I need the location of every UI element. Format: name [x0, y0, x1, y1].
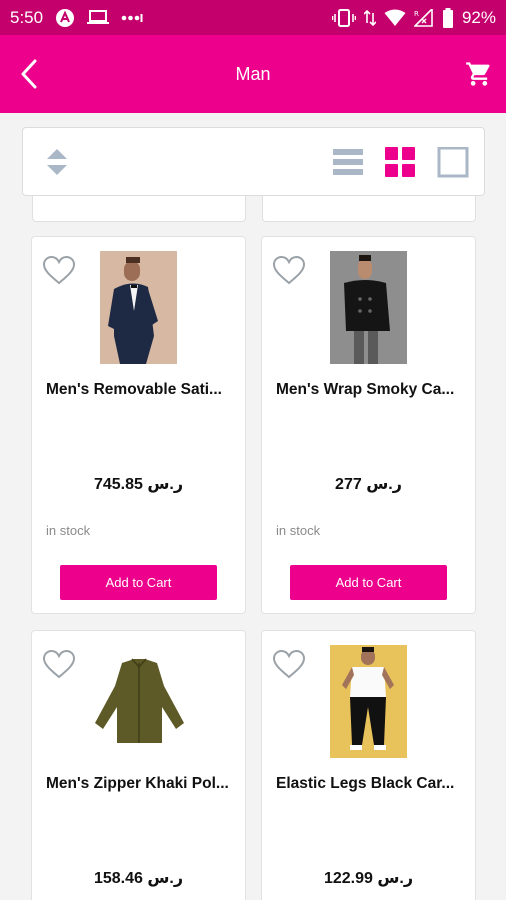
heart-icon[interactable] — [272, 649, 306, 684]
product-image[interactable] — [92, 651, 187, 751]
signal-icon: R — [413, 8, 434, 27]
dots-icon — [121, 12, 143, 24]
product-price: ر.س 745.85 — [93, 476, 184, 493]
product-name[interactable]: Elastic Legs Black Car... — [276, 775, 466, 793]
product-name[interactable]: Men's Wrap Smoky Ca... — [276, 381, 466, 399]
data-arrows-icon — [363, 9, 376, 27]
wifi-icon — [384, 9, 406, 27]
stock-status: in stock — [276, 523, 321, 538]
product-price: ر.س 158.46 — [93, 870, 184, 887]
product-card[interactable]: Elastic Legs Black Car... ر.س 122.99 — [261, 630, 476, 900]
sort-arrows-icon[interactable] — [45, 147, 69, 182]
app-icon — [55, 8, 75, 28]
add-to-cart-button[interactable]: Add to Cart — [290, 565, 447, 600]
status-right: R 92% — [331, 7, 496, 28]
cart-icon[interactable] — [464, 59, 494, 89]
product-card[interactable]: Men's Wrap Smoky Ca... ر.س 277 in stock … — [261, 236, 476, 614]
battery-percent: 92% — [461, 7, 496, 27]
laptop-icon — [87, 9, 110, 26]
page-title: Man — [235, 63, 271, 84]
grid-view-icon[interactable] — [385, 147, 415, 182]
product-name[interactable]: Men's Removable Sati... — [46, 381, 236, 399]
product-name[interactable]: Men's Zipper Khaki Pol... — [46, 775, 236, 793]
product-price: ر.س 277 — [335, 476, 402, 493]
status-bar: 5:50 R 92% — [0, 0, 506, 35]
product-card-partial — [262, 196, 476, 222]
vibrate-icon — [331, 8, 356, 27]
svg-text:R: R — [414, 10, 419, 18]
stock-status: in stock — [46, 523, 91, 538]
product-image[interactable] — [100, 251, 177, 364]
product-card-partial — [32, 196, 246, 222]
app-bar: Man — [0, 35, 506, 113]
battery-icon — [442, 7, 454, 28]
add-to-cart-button[interactable]: Add to Cart — [60, 565, 217, 600]
heart-icon[interactable] — [42, 649, 76, 684]
clock: 5:50 — [10, 7, 44, 27]
single-view-icon[interactable] — [437, 146, 469, 184]
product-price: ر.س 122.99 — [323, 870, 414, 887]
back-arrow-icon[interactable] — [14, 57, 44, 91]
status-left: 5:50 — [10, 8, 143, 28]
heart-icon[interactable] — [272, 255, 306, 290]
product-image[interactable] — [330, 645, 407, 758]
product-card[interactable]: Men's Removable Sati... ر.س 745.85 in st… — [31, 236, 246, 614]
product-card[interactable]: Men's Zipper Khaki Pol... ر.س 158.46 — [31, 630, 246, 900]
list-view-icon[interactable] — [333, 147, 363, 182]
product-image[interactable] — [330, 251, 407, 364]
view-toolbar — [22, 127, 485, 196]
heart-icon[interactable] — [42, 255, 76, 290]
